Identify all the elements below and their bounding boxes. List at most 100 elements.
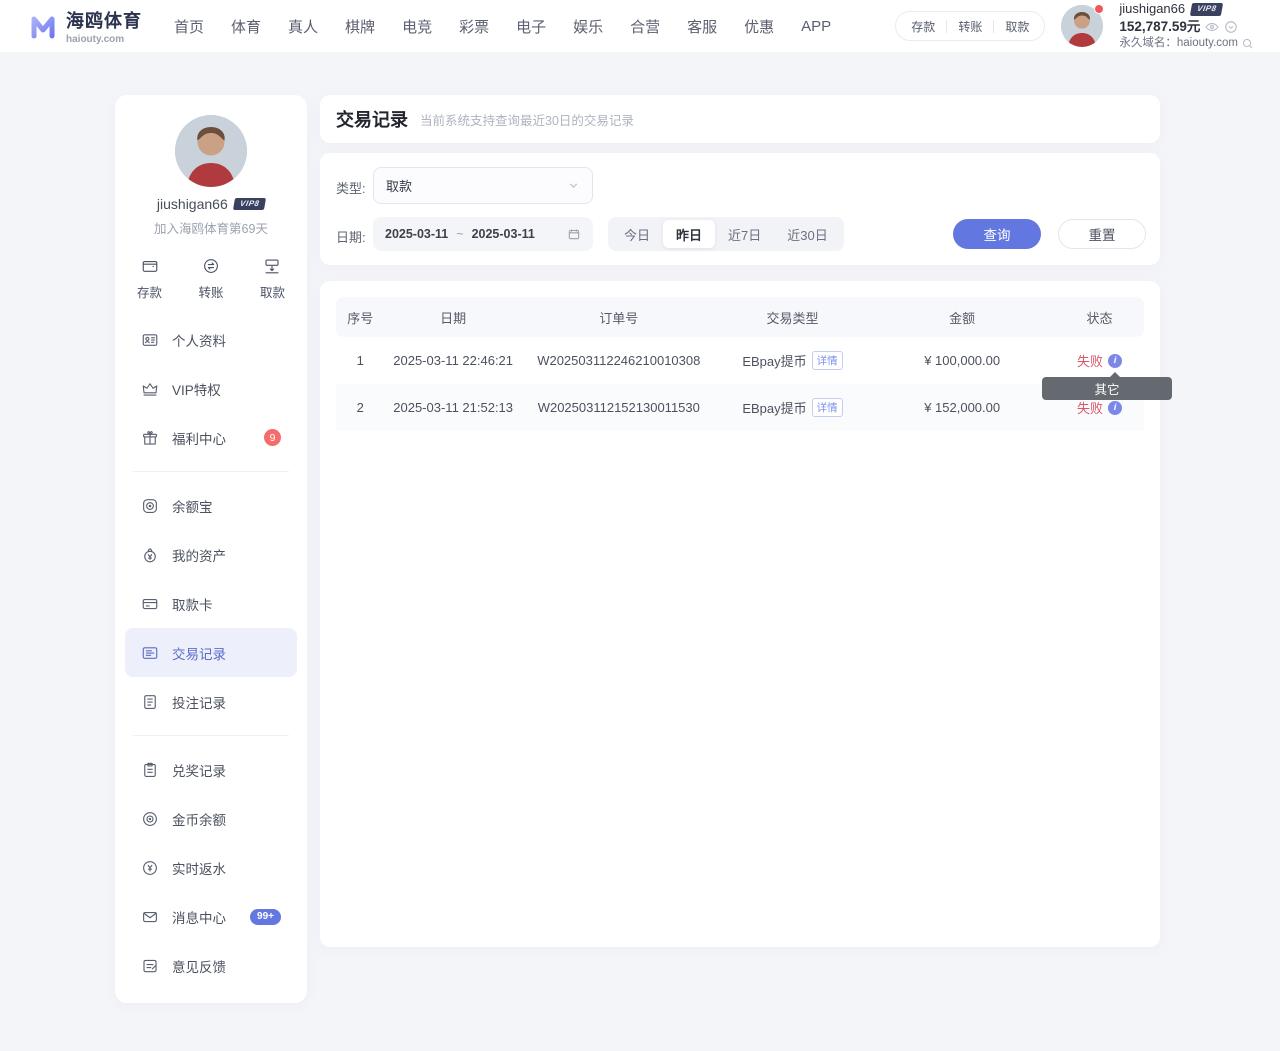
sidebar-item-我的资产[interactable]: 我的资产 [115, 530, 307, 579]
sidebar-item-福利中心[interactable]: 福利中心9 [115, 413, 307, 462]
range-button-3[interactable]: 近30日 [774, 220, 840, 248]
type-text: EBpay提币 [742, 351, 806, 370]
nav-item-3[interactable]: 棋牌 [345, 16, 375, 37]
detail-tag-button[interactable]: 详情 [812, 351, 843, 370]
nav-item-6[interactable]: 电子 [516, 16, 546, 37]
date-range-picker[interactable]: 2025-03-11 ~ 2025-03-11 [373, 217, 593, 251]
divider [133, 735, 289, 736]
column-header-3: 交易类型 [716, 308, 870, 327]
sidebar-item-取款卡[interactable]: 取款卡 [115, 579, 307, 628]
sidebar: jiushigan66 VIP8 加入海鸥体育第69天 存款转账取款 个人资料V… [115, 95, 307, 1003]
sidebar-item-label: VIP特权 [172, 379, 221, 399]
calendar-icon [567, 227, 581, 241]
brand-domain: haiouty.com [66, 34, 142, 45]
table-body: 12025-03-11 22:46:21W2025031122462100103… [336, 337, 1144, 431]
sidebar-item-label: 我的资产 [172, 545, 226, 565]
permanent-domain: 永久域名：haiouty.com [1119, 36, 1238, 50]
refresh-balance-icon[interactable] [1224, 20, 1238, 34]
shortcut-1[interactable]: 转账 [198, 257, 223, 301]
sidebar-item-兑奖记录[interactable]: 兑奖记录 [115, 745, 307, 794]
brand-name: 海鸥体育 [66, 7, 142, 33]
cell-order: W202503112152130011530 [522, 400, 716, 415]
brand-logo[interactable]: 海鸥体育 haiouty.com [28, 7, 142, 45]
detail-tag-button[interactable]: 详情 [812, 398, 843, 417]
wallet-icon [141, 257, 159, 275]
cell-type: EBpay提币详情 [716, 351, 870, 370]
eye-icon[interactable] [1205, 20, 1219, 34]
vip-badge: VIP8 [1190, 3, 1224, 16]
cell-date: 2025-03-11 22:46:21 [384, 353, 521, 368]
quick-action-1[interactable]: 转账 [947, 18, 993, 35]
date-filter-label: 日期: [336, 227, 366, 246]
idcard-icon [141, 331, 159, 349]
profile-joined-days: 加入海鸥体育第69天 [115, 218, 307, 237]
quick-action-2[interactable]: 取款 [994, 18, 1040, 35]
nav-item-10[interactable]: 优惠 [744, 16, 774, 37]
quick-action-0[interactable]: 存款 [900, 18, 946, 35]
search-button[interactable]: 查询 [953, 219, 1041, 249]
notification-dot [1094, 4, 1104, 14]
date-separator: ~ [456, 227, 463, 241]
nav-item-7[interactable]: 娱乐 [573, 16, 603, 37]
sidebar-menu: 个人资料 VIP特权福利中心9 余额宝我的资产取款卡交易记录投注记录兑奖记录金币余额… [115, 315, 307, 990]
search-icon[interactable] [1241, 37, 1254, 50]
sidebar-item-VIP特权[interactable]: VIP特权 [115, 364, 307, 413]
column-header-2: 订单号 [522, 308, 716, 327]
tx-records-icon [141, 644, 159, 662]
sidebar-item-个人资料[interactable]: 个人资料 [115, 315, 307, 364]
divider [133, 471, 289, 472]
shortcut-label: 转账 [198, 282, 223, 301]
shortcut-0[interactable]: 存款 [137, 257, 162, 301]
chevron-down-icon [567, 179, 580, 192]
coin-icon [141, 810, 159, 828]
nav-item-2[interactable]: 真人 [288, 16, 318, 37]
profile-avatar [175, 115, 247, 187]
shortcut-label: 取款 [260, 282, 285, 301]
shortcut-2[interactable]: 取款 [260, 257, 285, 301]
column-header-1: 日期 [384, 308, 521, 327]
cell-status: 失败i [1055, 351, 1144, 370]
column-header-0: 序号 [336, 308, 384, 327]
rebate-icon [141, 859, 159, 877]
nav-item-1[interactable]: 体育 [231, 16, 261, 37]
transactions-table-card: 序号日期订单号交易类型金额状态 12025-03-11 22:46:21W202… [320, 281, 1160, 947]
sidebar-item-label: 交易记录 [172, 643, 226, 663]
cell-amount: ¥ 100,000.00 [869, 353, 1055, 368]
nav-item-5[interactable]: 彩票 [459, 16, 489, 37]
cell-type: EBpay提币详情 [716, 398, 870, 417]
balance-amount: 152,787.59元 [1119, 19, 1200, 36]
info-icon[interactable]: i [1108, 401, 1122, 415]
type-select[interactable]: 取款 [373, 167, 593, 204]
nav-item-9[interactable]: 客服 [687, 16, 717, 37]
range-button-2[interactable]: 近7日 [715, 220, 774, 248]
type-text: EBpay提币 [742, 398, 806, 417]
page-title: 交易记录 [336, 106, 408, 132]
sidebar-item-label: 福利中心 [172, 428, 226, 448]
info-icon[interactable]: i [1108, 354, 1122, 368]
sidebar-item-交易记录[interactable]: 交易记录 [125, 628, 297, 677]
bet-records-icon [141, 693, 159, 711]
range-button-1[interactable]: 昨日 [663, 220, 715, 248]
reset-button[interactable]: 重置 [1058, 219, 1146, 249]
feedback-icon [141, 957, 159, 975]
sidebar-item-余额宝[interactable]: 余额宝 [115, 481, 307, 530]
sidebar-item-金币余额[interactable]: 金币余额 [115, 794, 307, 843]
transfer-icon [202, 257, 220, 275]
shortcut-label: 存款 [137, 282, 162, 301]
user-avatar[interactable] [1061, 5, 1103, 47]
sidebar-item-消息中心[interactable]: 消息中心99+ [115, 892, 307, 941]
cell-order: W202503112246210010308 [522, 353, 716, 368]
date-from: 2025-03-11 [385, 227, 448, 241]
nav-item-4[interactable]: 电竞 [402, 16, 432, 37]
nav-item-8[interactable]: 合营 [630, 16, 660, 37]
quick-range-group: 今日昨日近7日近30日 [608, 217, 844, 251]
nav-item-0[interactable]: 首页 [174, 16, 204, 37]
range-button-0[interactable]: 今日 [611, 220, 663, 248]
tooltip-text: 其它 [1094, 379, 1119, 398]
nav-item-11[interactable]: APP [801, 18, 831, 35]
column-header-5: 状态 [1055, 308, 1144, 327]
sidebar-item-投注记录[interactable]: 投注记录 [115, 677, 307, 726]
date-to: 2025-03-11 [472, 227, 535, 241]
sidebar-item-意见反馈[interactable]: 意见反馈 [115, 941, 307, 990]
sidebar-item-实时返水[interactable]: 实时返水 [115, 843, 307, 892]
